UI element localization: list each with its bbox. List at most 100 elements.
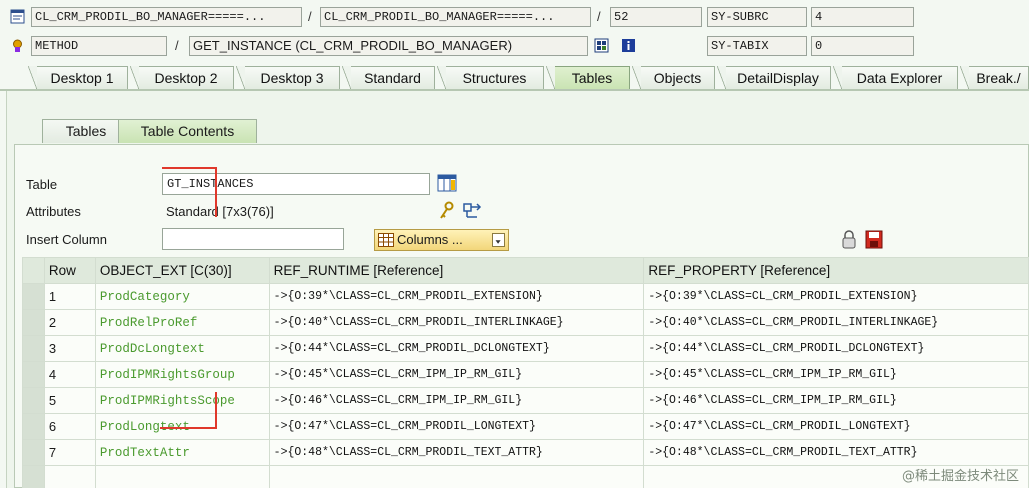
tab-break[interactable]: Break./ bbox=[960, 66, 1029, 90]
table-row[interactable]: 3 ProdDcLongtext ->{O:44*\CLASS=CL_CRM_P… bbox=[22, 335, 1029, 362]
lock-icon[interactable] bbox=[841, 230, 857, 250]
attributes-icon[interactable] bbox=[437, 201, 457, 221]
column-header-row[interactable]: Row bbox=[43, 257, 96, 284]
row-number: 6 bbox=[43, 413, 96, 440]
subtab-tables[interactable]: Tables bbox=[42, 119, 130, 143]
separator: / bbox=[308, 9, 312, 24]
row-selector[interactable] bbox=[22, 439, 45, 466]
object-ext-cell[interactable]: ProdTextAttr bbox=[94, 439, 270, 466]
service-icon[interactable] bbox=[462, 201, 484, 221]
tab-desktop-3[interactable]: Desktop 3 bbox=[236, 66, 340, 90]
ref-runtime-cell[interactable]: ->{O:47*\CLASS=CL_CRM_PRODIL_LONGTEXT} bbox=[268, 413, 645, 440]
object-ext-cell[interactable]: ProdRelProRef bbox=[94, 309, 270, 336]
line-number-field[interactable]: 52 bbox=[610, 7, 702, 27]
method-icon bbox=[13, 39, 22, 52]
row-number: 5 bbox=[43, 387, 96, 414]
table-name-input[interactable]: GT_INSTANCES bbox=[162, 173, 430, 195]
table-row[interactable]: 7 ProdTextAttr ->{O:48*\CLASS=CL_CRM_PRO… bbox=[22, 439, 1029, 466]
row-selector[interactable] bbox=[22, 335, 45, 362]
ref-property-cell[interactable]: ->{O:47*\CLASS=CL_CRM_PRODIL_LONGTEXT} bbox=[643, 413, 1029, 440]
info-icon[interactable] bbox=[621, 38, 636, 53]
columns-grid-icon bbox=[378, 233, 394, 247]
insert-column-label: Insert Column bbox=[26, 232, 107, 247]
empty-cell bbox=[268, 465, 645, 488]
ref-runtime-cell[interactable]: ->{O:44*\CLASS=CL_CRM_PRODIL_DCLONGTEXT} bbox=[268, 335, 645, 362]
program-icon bbox=[10, 9, 25, 24]
table-label: Table bbox=[26, 177, 58, 192]
separator: / bbox=[175, 38, 179, 53]
row-selector[interactable] bbox=[22, 309, 45, 336]
empty-cell bbox=[43, 465, 96, 488]
ref-runtime-cell[interactable]: ->{O:48*\CLASS=CL_CRM_PRODIL_TEXT_ATTR} bbox=[268, 439, 645, 466]
dropdown-icon[interactable] bbox=[492, 233, 505, 247]
row-selector[interactable] bbox=[22, 283, 45, 310]
ref-property-cell[interactable]: ->{O:40*\CLASS=CL_CRM_PRODIL_INTERLINKAG… bbox=[643, 309, 1029, 336]
row-selector[interactable] bbox=[22, 387, 45, 414]
ref-property-cell[interactable]: ->{O:44*\CLASS=CL_CRM_PRODIL_DCLONGTEXT} bbox=[643, 335, 1029, 362]
table-row[interactable]: 2 ProdRelProRef ->{O:40*\CLASS=CL_CRM_PR… bbox=[22, 309, 1029, 336]
ref-runtime-cell[interactable]: ->{O:39*\CLASS=CL_CRM_PRODIL_EXTENSION} bbox=[268, 283, 645, 310]
tab-objects[interactable]: Objects bbox=[632, 66, 715, 90]
table-contents-grid: Row OBJECT_EXT [C(30)] REF_RUNTIME [Refe… bbox=[22, 257, 1029, 488]
include-field[interactable]: CL_CRM_PRODIL_BO_MANAGER=====... bbox=[320, 7, 591, 27]
grid-header-row: Row OBJECT_EXT [C(30)] REF_RUNTIME [Refe… bbox=[22, 257, 1029, 284]
annotation-line bbox=[215, 392, 217, 428]
row-selector[interactable] bbox=[22, 361, 45, 388]
table-row[interactable]: 1 ProdCategory ->{O:39*\CLASS=CL_CRM_PRO… bbox=[22, 283, 1029, 310]
object-ext-cell[interactable]: ProdIPMRightsGroup bbox=[94, 361, 270, 388]
empty-cell bbox=[94, 465, 270, 488]
object-ext-cell[interactable]: ProdCategory bbox=[94, 283, 270, 310]
sysvar-name-field[interactable]: SY-SUBRC bbox=[707, 7, 807, 27]
table-row[interactable]: 4 ProdIPMRightsGroup ->{O:45*\CLASS=CL_C… bbox=[22, 361, 1029, 388]
object-ext-cell[interactable]: ProdIPMRightsScope bbox=[94, 387, 270, 414]
annotation-line bbox=[160, 427, 217, 429]
empty-table-row bbox=[22, 465, 1029, 488]
columns-button-label: Columns ... bbox=[397, 232, 463, 247]
tab-detaildisplay[interactable]: DetailDisplay bbox=[717, 66, 831, 90]
ref-property-cell[interactable]: ->{O:39*\CLASS=CL_CRM_PRODIL_EXTENSION} bbox=[643, 283, 1029, 310]
ref-runtime-cell[interactable]: ->{O:45*\CLASS=CL_CRM_IPM_IP_RM_GIL} bbox=[268, 361, 645, 388]
ref-property-cell[interactable]: ->{O:48*\CLASS=CL_CRM_PRODIL_TEXT_ATTR} bbox=[643, 439, 1029, 466]
column-header-ref-property[interactable]: REF_PROPERTY [Reference] bbox=[643, 257, 1029, 284]
row-number: 3 bbox=[43, 335, 96, 362]
event-type-field[interactable]: METHOD bbox=[31, 36, 167, 56]
attributes-label: Attributes bbox=[26, 204, 81, 219]
row-selector-header[interactable] bbox=[22, 257, 45, 284]
ref-property-cell[interactable]: ->{O:45*\CLASS=CL_CRM_IPM_IP_RM_GIL} bbox=[643, 361, 1029, 388]
columns-button[interactable]: Columns ... bbox=[374, 229, 509, 251]
row-selector[interactable] bbox=[22, 413, 45, 440]
tab-tables[interactable]: Tables bbox=[546, 66, 630, 90]
row-number: 2 bbox=[43, 309, 96, 336]
source-icon[interactable] bbox=[594, 38, 609, 53]
table-display-icon[interactable] bbox=[437, 174, 457, 192]
ref-property-cell[interactable]: ->{O:46*\CLASS=CL_CRM_IPM_IP_RM_GIL} bbox=[643, 387, 1029, 414]
row-selector[interactable] bbox=[22, 465, 45, 488]
attributes-value: Standard [7x3(76)] bbox=[166, 204, 274, 219]
insert-column-input[interactable] bbox=[162, 228, 344, 250]
annotation-line bbox=[215, 167, 217, 217]
row-number: 4 bbox=[43, 361, 96, 388]
column-header-ref-runtime[interactable]: REF_RUNTIME [Reference] bbox=[268, 257, 645, 284]
object-ext-cell[interactable]: ProdDcLongtext bbox=[94, 335, 270, 362]
table-row[interactable]: 5 ProdIPMRightsScope ->{O:46*\CLASS=CL_C… bbox=[22, 387, 1029, 414]
separator: / bbox=[597, 9, 601, 24]
row-number: 1 bbox=[43, 283, 96, 310]
sysvar-name-field[interactable]: SY-TABIX bbox=[707, 36, 807, 56]
save-icon[interactable] bbox=[865, 230, 883, 249]
subtab-table-contents[interactable]: Table Contents bbox=[118, 119, 257, 143]
tab-desktop-2[interactable]: Desktop 2 bbox=[130, 66, 234, 90]
ref-runtime-cell[interactable]: ->{O:40*\CLASS=CL_CRM_PRODIL_INTERLINKAG… bbox=[268, 309, 645, 336]
sysvar-value-field[interactable]: 4 bbox=[811, 7, 914, 27]
column-header-object-ext[interactable]: OBJECT_EXT [C(30)] bbox=[94, 257, 270, 284]
tab-desktop-1[interactable]: Desktop 1 bbox=[28, 66, 128, 90]
tab-data-explorer[interactable]: Data Explorer bbox=[833, 66, 958, 90]
sysvar-value-field[interactable]: 0 bbox=[811, 36, 914, 56]
tab-structures[interactable]: Structures bbox=[437, 66, 544, 90]
tab-standard[interactable]: Standard bbox=[342, 66, 435, 90]
main-tab-strip: Desktop 1 Desktop 2 Desktop 3 Standard S… bbox=[0, 64, 1029, 90]
program-field[interactable]: CL_CRM_PRODIL_BO_MANAGER=====... bbox=[31, 7, 302, 27]
event-name-field[interactable]: GET_INSTANCE (CL_CRM_PRODIL_BO_MANAGER) bbox=[189, 36, 588, 56]
ref-runtime-cell[interactable]: ->{O:46*\CLASS=CL_CRM_IPM_IP_RM_GIL} bbox=[268, 387, 645, 414]
header-row-program: CL_CRM_PRODIL_BO_MANAGER=====... / CL_CR… bbox=[0, 5, 1029, 29]
row-number: 7 bbox=[43, 439, 96, 466]
